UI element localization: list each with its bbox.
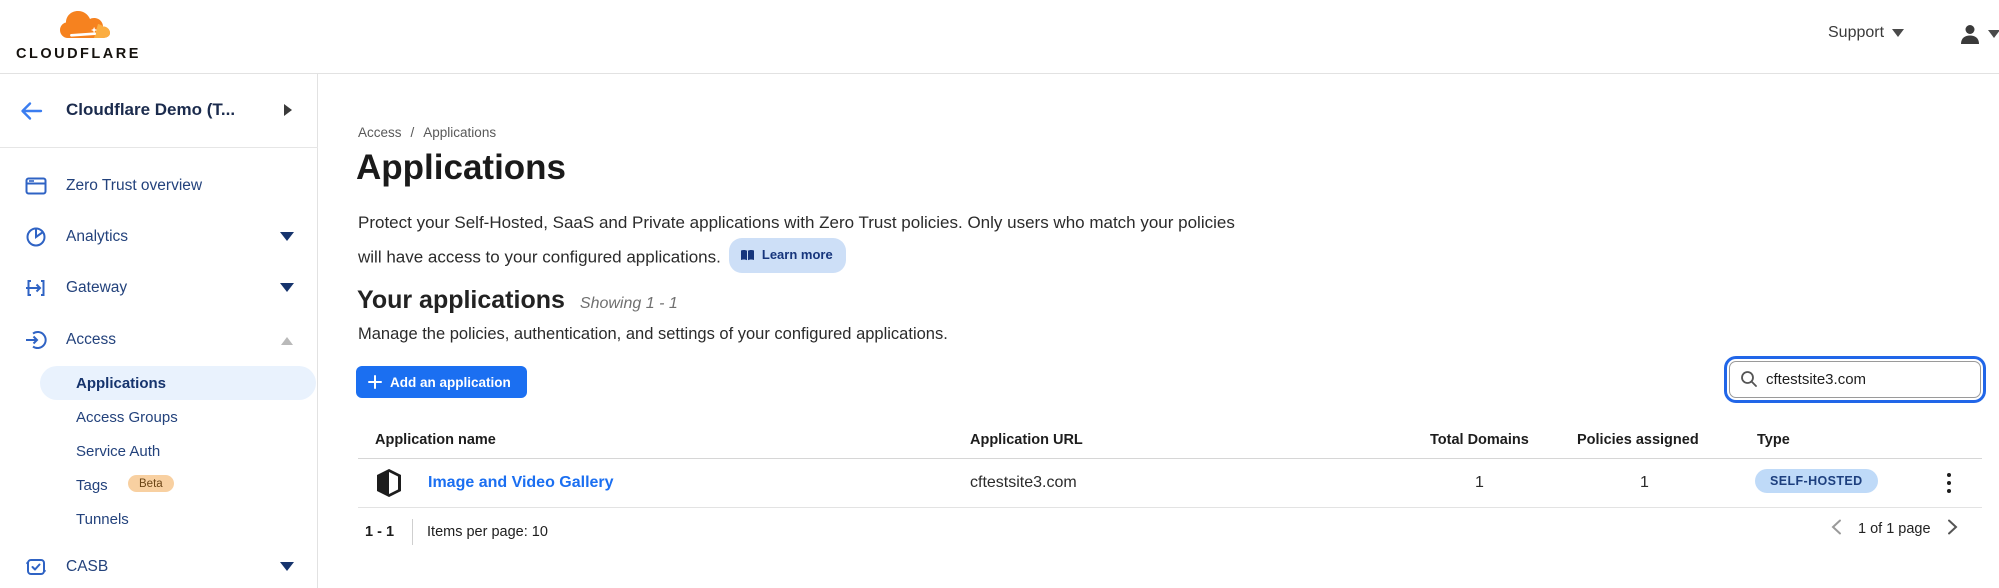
section-header: Your applications Showing 1 - 1 bbox=[357, 286, 678, 315]
sidebar-item-label: CASB bbox=[66, 558, 108, 576]
pagination-divider bbox=[412, 519, 413, 545]
access-icon bbox=[25, 329, 47, 351]
sidebar-item-access[interactable]: Access bbox=[0, 320, 316, 360]
chevron-right-icon bbox=[1947, 519, 1959, 535]
zero-trust-dashboard: CLOUDFLARE Support Cloudflare Demo (T... bbox=[0, 0, 1999, 588]
breadcrumb-separator: / bbox=[411, 125, 415, 140]
row-actions-kebab-button[interactable] bbox=[1936, 469, 1962, 497]
application-cube-icon bbox=[375, 468, 403, 498]
support-label: Support bbox=[1828, 24, 1884, 42]
beta-badge: Beta bbox=[128, 475, 174, 492]
sidebar-item-label: Tunnels bbox=[76, 511, 129, 528]
breadcrumb-applications[interactable]: Applications bbox=[423, 125, 496, 140]
sidebar-item-label: Tags bbox=[76, 477, 108, 494]
sidebar-item-label: Zero Trust overview bbox=[66, 177, 202, 195]
table-row: Image and Video Gallery cftestsite3.com … bbox=[358, 459, 1982, 508]
learn-more-button[interactable]: Learn more bbox=[729, 238, 846, 273]
chevron-right-icon bbox=[284, 104, 292, 116]
breadcrumb-access[interactable]: Access bbox=[358, 125, 402, 140]
table-header-row: Application name Application URL Total D… bbox=[358, 430, 1982, 459]
book-icon bbox=[740, 249, 755, 262]
gateway-icon bbox=[25, 277, 47, 299]
column-application-url: Application URL bbox=[970, 432, 1083, 448]
type-badge: SELF-HOSTED bbox=[1755, 469, 1878, 493]
sidebar-item-label: Applications bbox=[76, 375, 166, 392]
chevron-left-icon bbox=[1830, 519, 1842, 535]
pagination-left: 1 - 1 Items per page: 10 bbox=[365, 519, 548, 545]
page-indicator: 1 of 1 page bbox=[1858, 521, 1931, 537]
chevron-down-icon bbox=[1988, 30, 1999, 38]
showing-count: Showing 1 - 1 bbox=[580, 295, 678, 313]
sidebar-item-applications[interactable]: Applications bbox=[40, 366, 316, 400]
sidebar-item-label: Access bbox=[66, 331, 116, 349]
page-title: Applications bbox=[356, 148, 566, 188]
sidebar-item-label: Gateway bbox=[66, 279, 127, 297]
sidebar-item-label: Service Auth bbox=[76, 443, 160, 460]
main-content: Access / Applications Applications Prote… bbox=[318, 74, 1999, 588]
cloudflare-wordmark: CLOUDFLARE bbox=[16, 46, 141, 62]
chevron-down-icon bbox=[280, 562, 294, 571]
items-per-page: Items per page: 10 bbox=[427, 524, 548, 540]
plus-icon bbox=[368, 375, 382, 389]
sidebar-item-service-auth[interactable]: Service Auth bbox=[0, 434, 316, 468]
learn-more-label: Learn more bbox=[762, 240, 833, 270]
policies-assigned-value: 1 bbox=[1640, 474, 1649, 492]
search-icon bbox=[1740, 370, 1758, 388]
search-box bbox=[1729, 361, 1981, 398]
account-switcher[interactable]: Cloudflare Demo (T... bbox=[0, 74, 318, 148]
sidebar-item-label: Access Groups bbox=[76, 409, 178, 426]
overview-icon bbox=[25, 175, 47, 197]
user-icon bbox=[1958, 22, 1982, 46]
total-domains-value: 1 bbox=[1475, 474, 1484, 492]
sidebar-item-analytics[interactable]: Analytics bbox=[0, 217, 316, 257]
sidebar-item-zero-trust-overview[interactable]: Zero Trust overview bbox=[0, 166, 316, 206]
cloudflare-cloud-icon bbox=[58, 8, 116, 46]
search-input[interactable] bbox=[1729, 361, 1981, 398]
column-type: Type bbox=[1757, 432, 1790, 448]
next-page-button[interactable] bbox=[1945, 517, 1961, 540]
column-application-name: Application name bbox=[375, 432, 496, 448]
user-menu[interactable] bbox=[1958, 22, 1999, 46]
back-arrow-icon[interactable] bbox=[16, 96, 46, 126]
pagination-range: 1 - 1 bbox=[365, 524, 394, 540]
sidebar-item-gateway[interactable]: Gateway bbox=[0, 268, 316, 308]
applications-table: Application name Application URL Total D… bbox=[358, 430, 1982, 508]
sidebar-item-access-groups[interactable]: Access Groups bbox=[0, 400, 316, 434]
application-url: cftestsite3.com bbox=[970, 474, 1077, 492]
column-total-domains: Total Domains bbox=[1430, 432, 1529, 448]
section-description: Manage the policies, authentication, and… bbox=[358, 325, 948, 344]
chevron-down-icon bbox=[280, 283, 294, 292]
sidebar-item-label: Analytics bbox=[66, 228, 128, 246]
chevron-down-icon bbox=[280, 232, 294, 241]
support-menu[interactable]: Support bbox=[1828, 24, 1904, 42]
sidebar: Cloudflare Demo (T... Zero Trust overvie… bbox=[0, 74, 318, 588]
breadcrumb: Access / Applications bbox=[358, 125, 496, 140]
add-application-label: Add an application bbox=[390, 375, 511, 390]
application-name-link[interactable]: Image and Video Gallery bbox=[428, 474, 614, 492]
sidebar-item-casb[interactable]: CASB bbox=[0, 547, 316, 587]
casb-icon bbox=[25, 556, 47, 578]
add-application-button[interactable]: Add an application bbox=[356, 366, 527, 398]
pagination-right: 1 of 1 page bbox=[1828, 517, 1961, 540]
sidebar-item-tags[interactable]: Tags Beta bbox=[0, 468, 316, 502]
column-policies-assigned: Policies assigned bbox=[1577, 432, 1699, 448]
cloudflare-logo[interactable]: CLOUDFLARE bbox=[16, 6, 148, 68]
chevron-up-icon bbox=[281, 337, 293, 345]
section-title: Your applications bbox=[357, 286, 565, 315]
previous-page-button[interactable] bbox=[1828, 517, 1844, 540]
topbar: CLOUDFLARE Support bbox=[0, 0, 1999, 74]
account-name: Cloudflare Demo (T... bbox=[66, 100, 235, 120]
chevron-down-icon bbox=[1892, 29, 1904, 37]
sidebar-item-tunnels[interactable]: Tunnels bbox=[0, 502, 316, 536]
analytics-pie-icon bbox=[25, 226, 47, 248]
page-description: Protect your Self-Hosted, SaaS and Priva… bbox=[358, 208, 1238, 273]
